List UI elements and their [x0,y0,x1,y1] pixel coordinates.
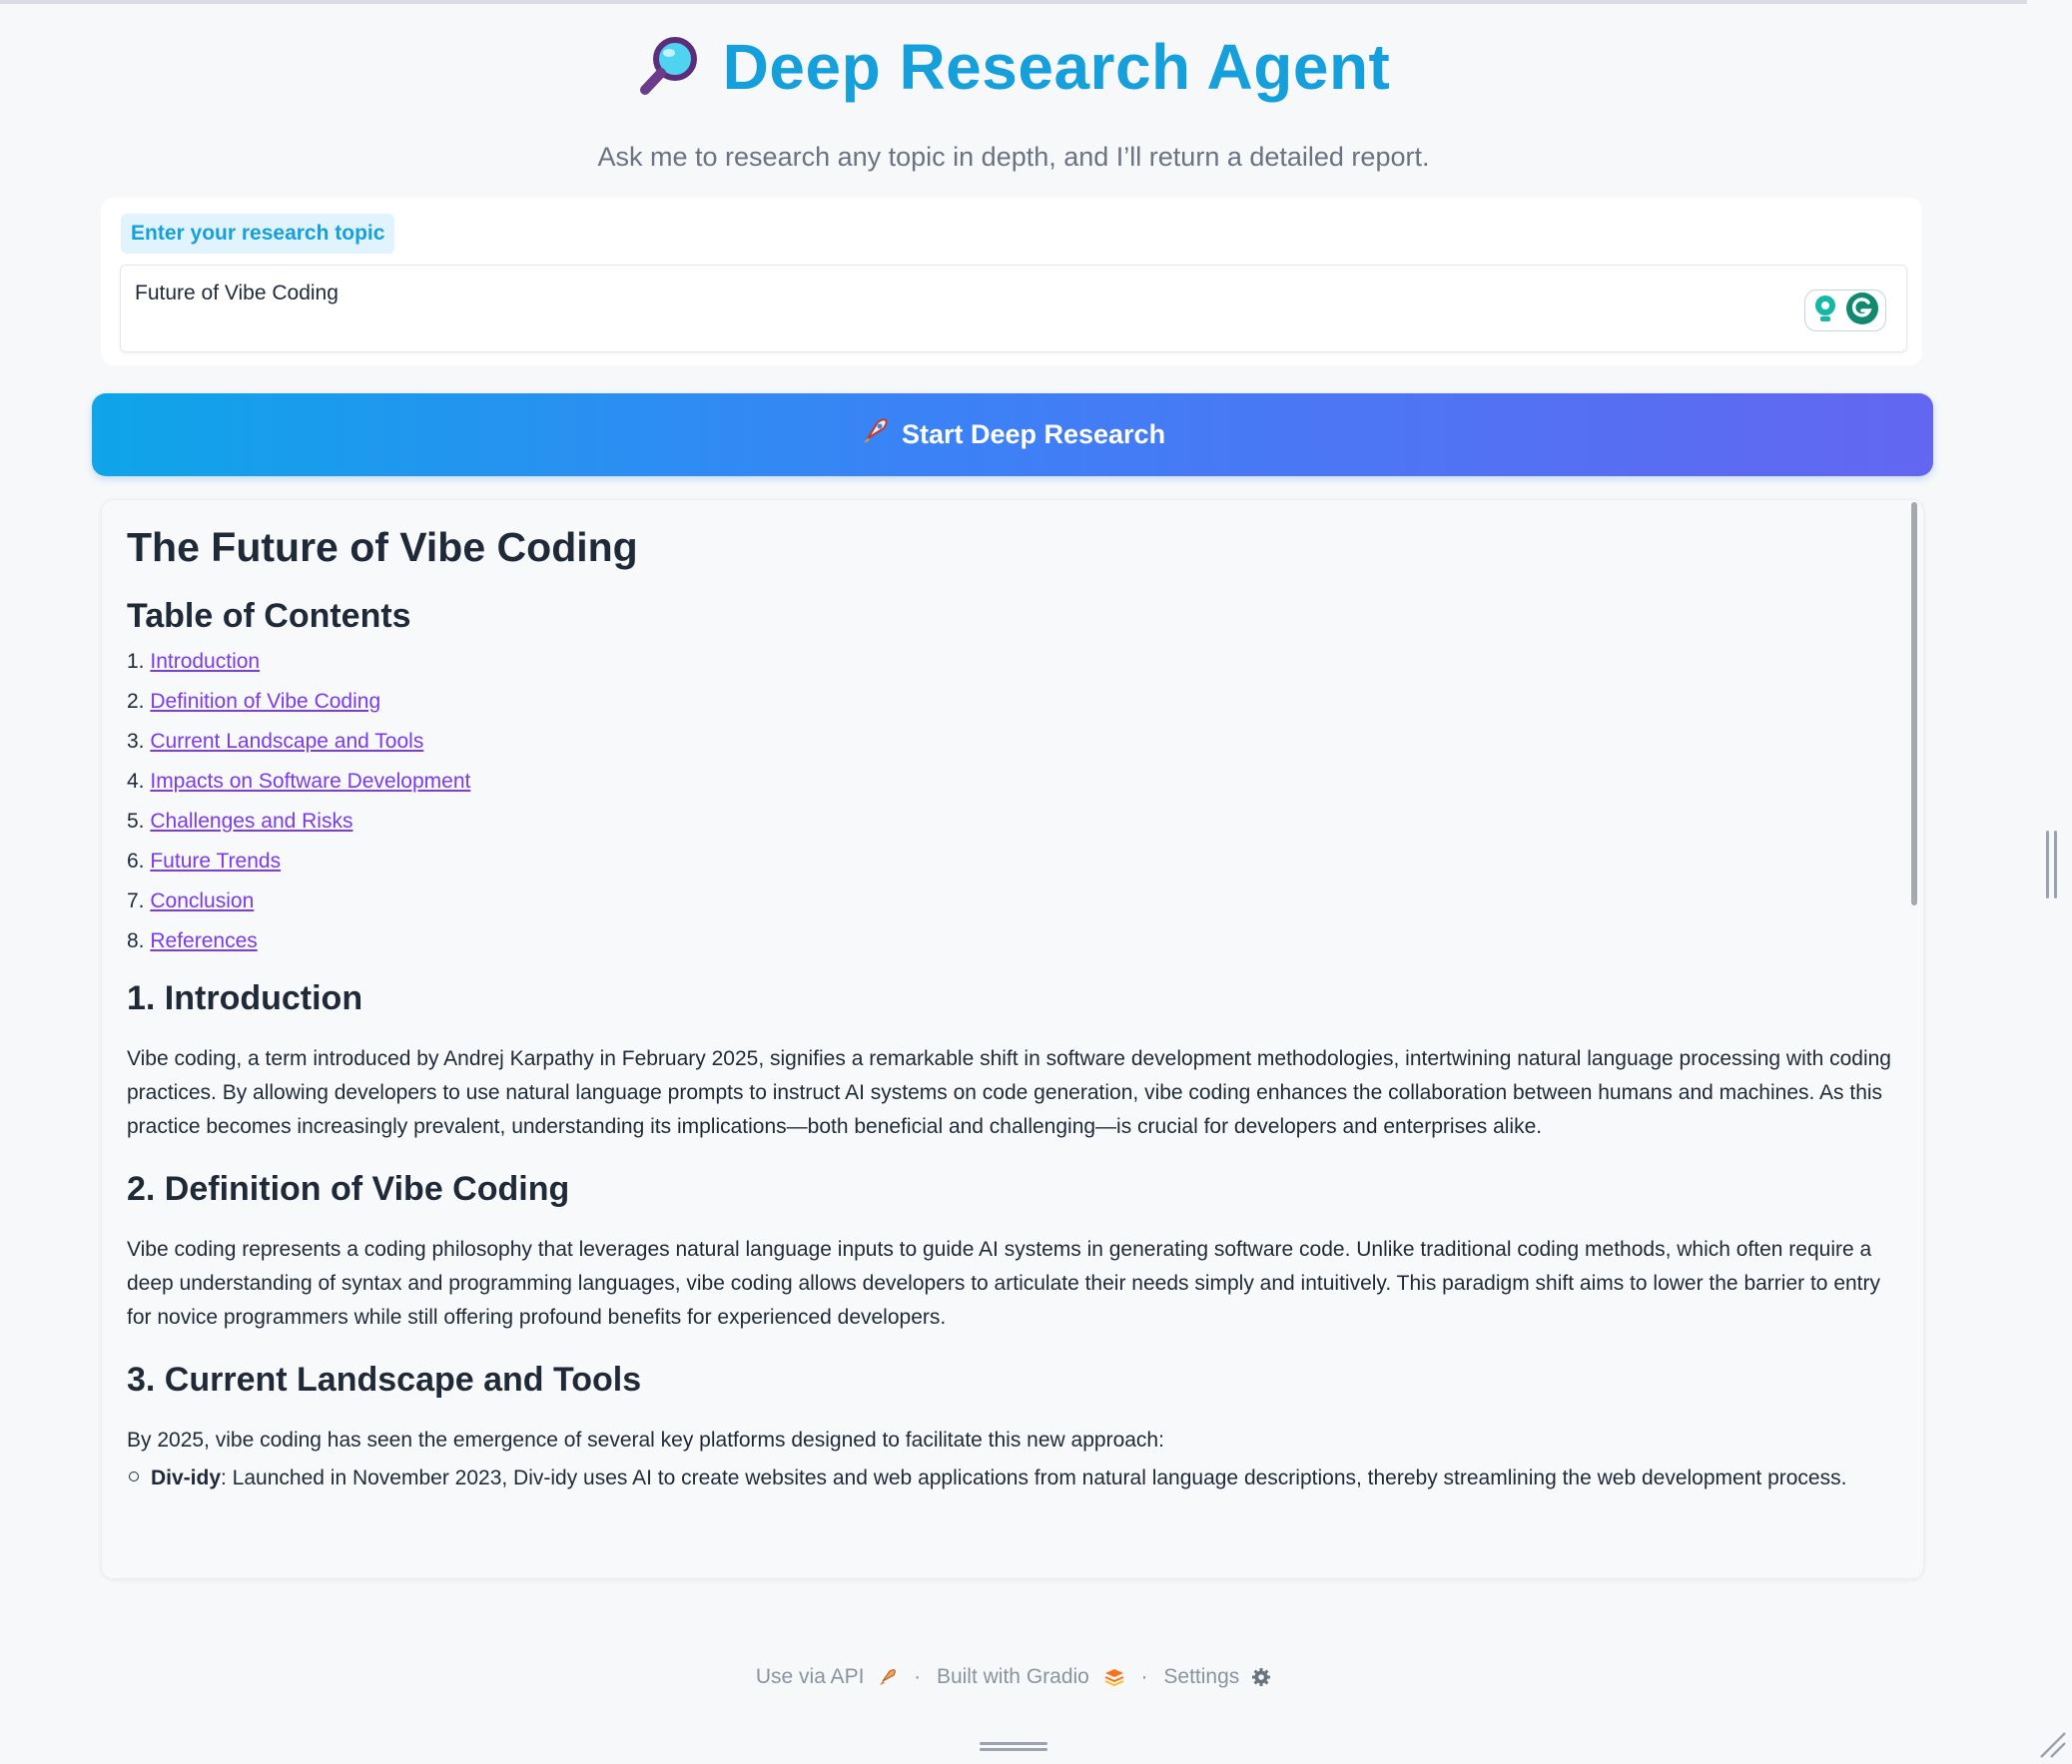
list-item: Div-idy: Launched in November 2023, Div-… [127,1464,1904,1492]
toc-item: 3. Current Landscape and Tools [127,730,424,753]
toc-item: 1. Introduction [127,650,261,673]
toc-link-definition[interactable]: Definition of Vibe Coding [150,690,380,713]
topic-input-value[interactable]: Future of Vibe Coding [135,282,339,305]
rocket-small-icon [870,1665,904,1688]
footer: Use via API · Built with Gradio · Settin… [0,1665,2027,1689]
table-of-contents: 1. Introduction 2. Definition of Vibe Co… [127,642,1904,961]
page-title: Deep Research Agent [722,31,1391,103]
start-research-button[interactable]: Start Deep Research [92,393,1933,476]
grammarly-icon[interactable] [1845,292,1879,330]
settings-link[interactable]: Settings [1163,1665,1239,1688]
topic-input[interactable]: Future of Vibe Coding [120,265,1907,352]
toc-item: 4. Impacts on Software Development [127,770,471,793]
use-via-api-link[interactable]: Use via API [756,1665,865,1688]
footer-separator: · [1140,1665,1148,1688]
side-resize-handle[interactable] [2045,831,2059,898]
toc-link-challenges[interactable]: Challenges and Risks [150,810,352,833]
toc-link-future-trends[interactable]: Future Trends [150,850,281,873]
bullet-text: : Launched in November 2023, Div-idy use… [221,1467,1847,1489]
topic-input-panel: Enter your research topic Future of Vibe… [101,198,1922,365]
toc-link-references[interactable]: References [150,929,257,952]
toc-item: 7. Conclusion [127,889,255,912]
topic-input-label: Enter your research topic [121,214,395,254]
report-title: The Future of Vibe Coding [127,524,638,570]
start-research-label: Start Deep Research [901,419,1166,449]
built-with-gradio-link[interactable]: Built with Gradio [937,1665,1089,1688]
toc-item: 5. Challenges and Risks [127,810,353,833]
report-output[interactable]: The Future of Vibe Coding Table of Conte… [101,499,1924,1579]
top-border [0,0,2027,4]
toc-link-introduction[interactable]: Introduction [150,650,260,673]
grammar-assistant-badge[interactable] [1804,290,1886,331]
page-subtitle: Ask me to research any topic in depth, a… [597,142,1430,172]
section-body: By 2025, vibe coding has seen the emerge… [127,1429,1164,1452]
toc-link-landscape[interactable]: Current Landscape and Tools [150,730,423,753]
report-content: The Future of Vibe Coding Table of Conte… [127,524,1904,1492]
magnifier-icon [637,33,701,102]
toc-item: 2. Definition of Vibe Coding [127,690,381,713]
rocket-icon [860,416,890,453]
resize-corner-icon[interactable] [2037,1729,2067,1759]
bullet-marker [129,1471,139,1481]
section-heading: 2. Definition of Vibe Coding [127,1170,570,1208]
bottom-drag-handle[interactable] [980,1740,1047,1752]
lightbulb-icon[interactable] [1811,294,1839,328]
section-heading: 3. Current Landscape and Tools [127,1361,642,1399]
gear-icon [1245,1665,1271,1688]
toc-link-impacts[interactable]: Impacts on Software Development [150,770,470,793]
footer-separator: · [914,1665,922,1688]
toc-item: 6. Future Trends [127,850,282,873]
title-row: Deep Research Agent [0,30,2027,104]
toc-heading: Table of Contents [127,597,411,635]
section-body: Vibe coding represents a coding philosop… [127,1238,1881,1329]
section-body: Vibe coding, a term introduced by Andrej… [127,1047,1891,1138]
report-scrollbar[interactable] [1911,502,1917,905]
toc-link-conclusion[interactable]: Conclusion [150,889,254,912]
section-heading: 1. Introduction [127,979,363,1017]
bullet-term: Div-idy [151,1467,222,1489]
toc-item: 8. References [127,929,258,952]
gradio-logo-icon [1095,1665,1131,1688]
header: Deep Research Agent Ask me to research a… [0,30,2027,173]
